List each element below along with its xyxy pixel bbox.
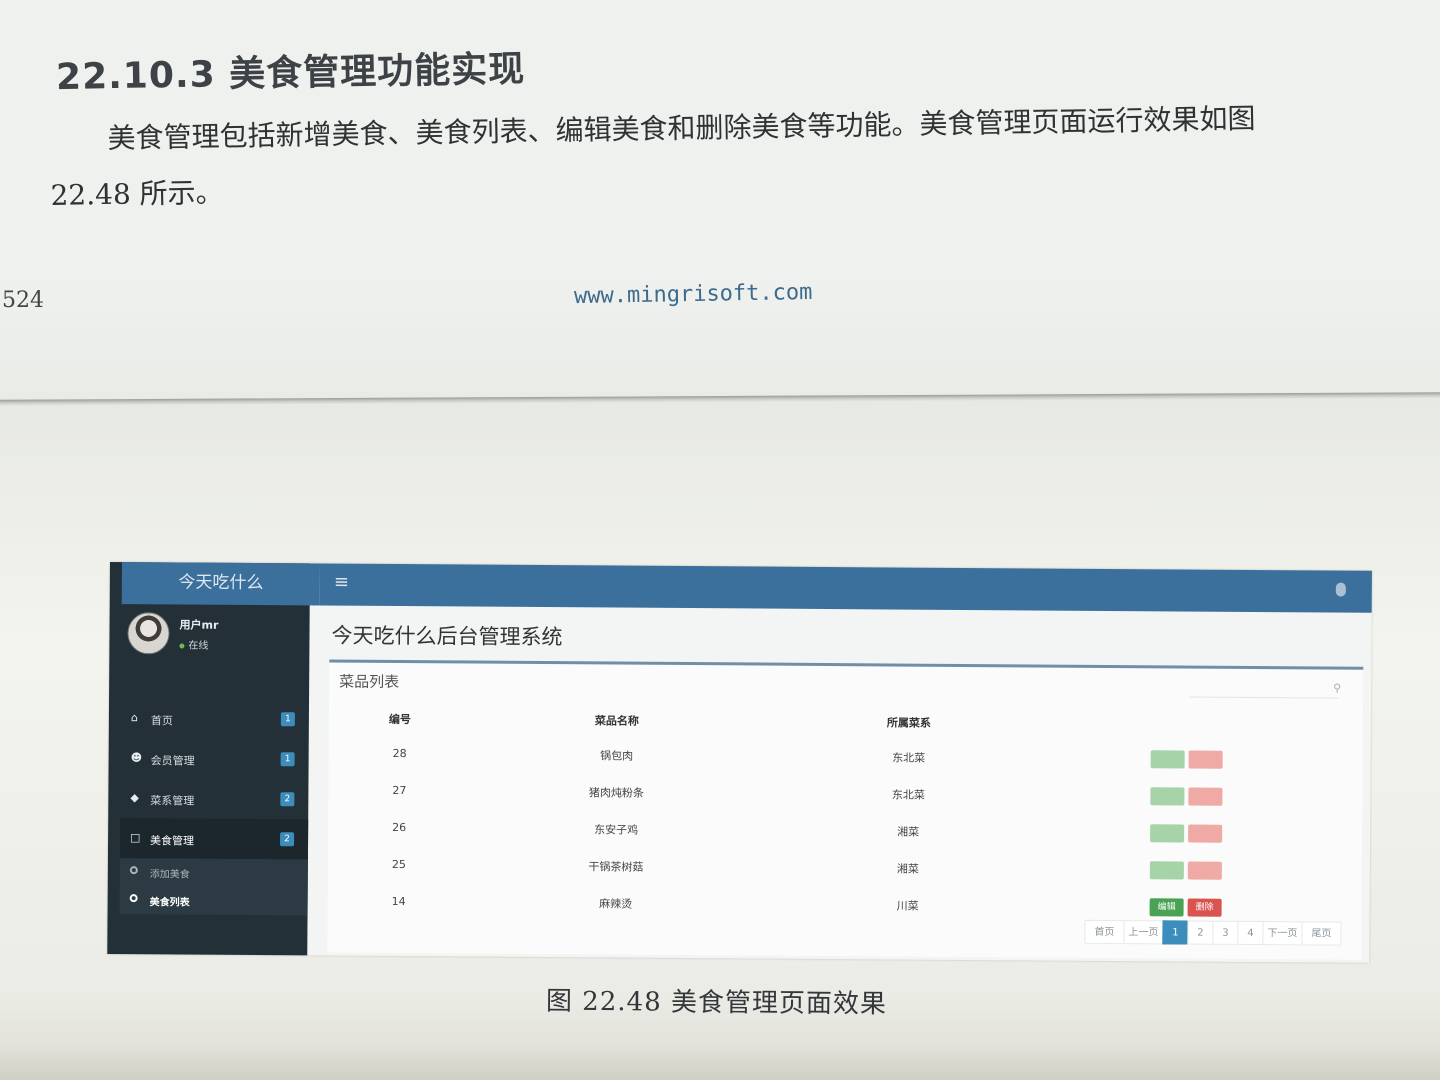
user-name: 用户mr — [179, 618, 219, 632]
pagination-page[interactable]: 3 — [1212, 920, 1239, 945]
cell-actions — [1034, 776, 1338, 815]
sidebar-badge: 1 — [280, 712, 295, 727]
cell-cuisine: 湘菜 — [896, 862, 919, 876]
sidebar-item-label: 首页 — [150, 714, 173, 728]
column-header-name[interactable]: 菜品名称 — [451, 703, 783, 737]
sidebar-badge: 2 — [280, 792, 295, 807]
sidebar-subitem-label: 美食列表 — [149, 897, 190, 909]
cell-cuisine: 湘菜 — [897, 825, 920, 839]
sidebar-item-members[interactable]: ☻ 会员管理 1 — [120, 738, 308, 779]
edit-button[interactable]: 编辑 — [1149, 897, 1184, 917]
users-icon: ☻ — [130, 751, 143, 765]
home-icon: ⌂ — [130, 711, 138, 725]
tag-icon: ◆ — [130, 791, 139, 805]
sidebar-item-cuisines[interactable]: ◆ 菜系管理 2 — [120, 778, 308, 819]
search-icon[interactable]: ⚲ — [1333, 682, 1341, 695]
menu-toggle-icon[interactable]: ≡ — [334, 572, 349, 593]
sidebar-nav: ⌂ 首页 1 ☻ 会员管理 1 ◆ 菜系管理 2 □ 美食管理 2 添加美食 美… — [119, 698, 310, 916]
brand-logo[interactable]: 今天吃什么 — [121, 562, 320, 606]
column-header-cuisine[interactable]: 所属菜系 — [783, 706, 1035, 740]
sidebar-subitem-food-list[interactable]: 美食列表 — [120, 886, 308, 915]
user-icon — [1335, 582, 1346, 597]
dish-list-box: 菜品列表 ⚲ 编号 菜品名称 所属菜系 28 锅包肉 东北菜 27 猪肉炖粉条 … — [327, 659, 1364, 960]
sidebar-subitem-label: 添加美食 — [149, 869, 190, 881]
sidebar-item-home[interactable]: ⌂ 首页 1 — [121, 698, 309, 739]
cell-actions — [1034, 813, 1338, 852]
edit-button[interactable] — [1150, 823, 1185, 843]
cell-actions — [1035, 739, 1339, 778]
sidebar-badge: 1 — [280, 752, 295, 767]
cell-id: 27 — [392, 783, 407, 798]
cell-id: 25 — [391, 857, 406, 872]
user-status: 在线 — [179, 636, 209, 652]
topbar-user-menu[interactable] — [1335, 582, 1354, 597]
edit-button[interactable] — [1150, 786, 1185, 806]
circle-icon — [129, 866, 138, 875]
delete-button[interactable]: 删除 — [1187, 898, 1222, 917]
file-icon: □ — [130, 831, 141, 845]
nav-header — [131, 668, 134, 678]
delete-button[interactable] — [1188, 824, 1223, 843]
cell-cuisine: 东北菜 — [892, 750, 926, 765]
cell-name: 东安子鸡 — [594, 822, 639, 837]
sidebar-item-food[interactable]: □ 美食管理 2 — [119, 818, 309, 860]
sidebar-submenu: 添加美食 美食列表 — [119, 858, 308, 916]
page-number: 524 — [2, 288, 44, 313]
online-dot-icon — [179, 642, 185, 649]
page-bottom-edge — [0, 1046, 1440, 1080]
cell-id: 14 — [391, 894, 406, 909]
circle-icon — [129, 894, 138, 903]
top-navbar: ≡ — [319, 563, 1372, 613]
sidebar-item-label: 美食管理 — [150, 834, 195, 848]
figure-caption: 图 22.48 美食管理页面效果 — [545, 986, 888, 1020]
cell-name: 麻辣烫 — [599, 896, 633, 911]
cell-cuisine: 东北菜 — [891, 787, 925, 802]
user-status-label: 在线 — [188, 640, 209, 652]
search-input[interactable] — [1189, 682, 1340, 699]
cell-id: 28 — [392, 746, 407, 761]
pagination: 首页 上一页 1 2 3 4 下一页 尾页 — [1084, 919, 1342, 946]
user-panel: 用户mr 在线 — [121, 606, 309, 663]
pagination-last[interactable]: 尾页 — [1301, 921, 1342, 946]
cell-cuisine: 川菜 — [896, 899, 919, 913]
body-paragraph: 美食管理包括新增美食、美食列表、编辑美食和删除美食等功能。美食管理页面运行效果如… — [49, 88, 1421, 224]
delete-button[interactable] — [1188, 787, 1223, 806]
cell-actions — [1034, 850, 1338, 889]
sidebar-item-label: 菜系管理 — [150, 794, 195, 808]
dish-table: 编号 菜品名称 所属菜系 28 锅包肉 东北菜 27 猪肉炖粉条 东北菜 26 … — [348, 703, 1339, 927]
sidebar-badge: 2 — [280, 832, 295, 847]
paragraph-line-2: 22.48 所示。 — [50, 175, 224, 212]
column-header-id[interactable]: 编号 — [349, 703, 451, 736]
cell-name: 干锅茶树菇 — [588, 859, 644, 874]
sidebar: 今天吃什么 用户mr 在线 ⌂ 首页 1 ☻ 会员管理 1 ◆ 菜系管理 2 □… — [107, 562, 320, 956]
page-title: 今天吃什么后台管理系统 — [331, 623, 563, 650]
sidebar-item-label: 会员管理 — [150, 754, 195, 768]
content-header: 今天吃什么后台管理系统 — [319, 605, 1371, 664]
edit-button[interactable] — [1150, 749, 1185, 769]
pagination-page[interactable]: 2 — [1187, 920, 1214, 945]
site-url: www.mingrisoft.com — [573, 279, 813, 310]
cell-name: 猪肉炖粉条 — [588, 785, 644, 800]
admin-screenshot: 今天吃什么 用户mr 在线 ⌂ 首页 1 ☻ 会员管理 1 ◆ 菜系管理 2 □… — [107, 562, 1372, 963]
cell-name: 锅包肉 — [600, 748, 634, 763]
delete-button[interactable] — [1187, 861, 1222, 880]
pagination-page[interactable]: 1 — [1162, 920, 1189, 945]
column-header-actions — [1035, 707, 1339, 741]
pagination-page[interactable]: 4 — [1237, 920, 1264, 946]
paragraph-line-1: 美食管理包括新增美食、美食列表、编辑美食和删除美食等功能。美食管理页面运行效果如… — [107, 101, 1256, 155]
box-title: 菜品列表 — [339, 672, 400, 692]
pagination-first[interactable]: 首页 — [1084, 919, 1125, 945]
delete-button[interactable] — [1188, 750, 1223, 769]
edit-button[interactable] — [1149, 860, 1184, 880]
section-heading: 22.10.3 美食管理功能实现 — [55, 48, 526, 99]
sidebar-subitem-add-food[interactable]: 添加美食 — [120, 858, 308, 887]
pagination-prev[interactable]: 上一页 — [1123, 920, 1164, 945]
pagination-next[interactable]: 下一页 — [1262, 921, 1303, 946]
avatar — [127, 612, 170, 655]
cell-id: 26 — [392, 820, 407, 835]
